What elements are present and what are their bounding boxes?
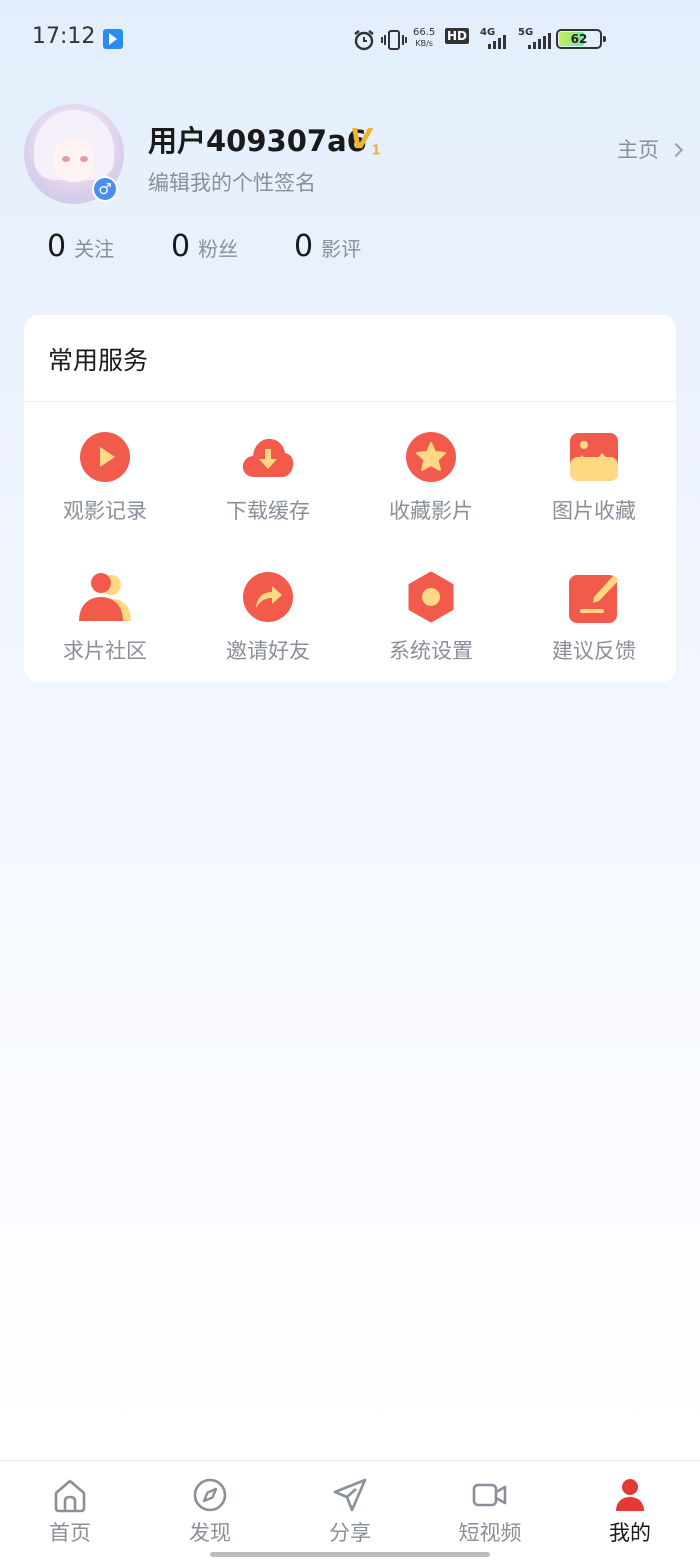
services-title: 常用服务 [48, 346, 149, 375]
bottom-tab-bar: 首页 发现 分享 短视频 我的 [0, 1460, 700, 1560]
service-image-favorites[interactable]: 图片收藏 [513, 431, 673, 541]
gender-male-icon: ♂ [92, 176, 118, 202]
vibrate-icon [381, 30, 407, 50]
signal-sim1: 4G [480, 27, 512, 49]
service-watch-history[interactable]: 观影记录 [24, 431, 184, 541]
tab-share[interactable]: 分享 [280, 1475, 420, 1545]
service-download-cache[interactable]: 下载缓存 [187, 431, 347, 541]
user-icon [616, 1479, 644, 1511]
service-invite-friends[interactable]: 邀请好友 [187, 571, 347, 681]
service-favorite-movies[interactable]: 收藏影片 [350, 431, 510, 541]
hd-voice-icon: HD [445, 28, 470, 44]
play-icon [80, 432, 130, 482]
tab-short-video[interactable]: 短视频 [420, 1475, 560, 1545]
status-time: 17:12 [32, 24, 96, 49]
signature-edit[interactable]: 编辑我的个性签名 [148, 167, 316, 197]
app-notification-icon [103, 29, 123, 49]
home-indicator [210, 1552, 490, 1557]
image-icon [570, 433, 618, 481]
network-speed: 66.5 KB/s [413, 27, 436, 48]
chevron-right-icon [668, 142, 684, 158]
status-bar: 17:12 66.5 KB/s HD 4G 5G 62 [0, 0, 700, 78]
vip-level-badge: V1 [350, 122, 381, 159]
signal-sim2: 5G [518, 27, 552, 49]
service-feedback[interactable]: 建议反馈 [513, 571, 673, 681]
tab-home[interactable]: 首页 [0, 1475, 140, 1545]
divider [24, 401, 676, 402]
download-cloud-icon [242, 438, 294, 477]
services-card: 常用服务 观影记录 下载缓存 收藏影片 图片收藏 求片社区 邀请好友 系统设置 … [24, 315, 676, 682]
home-page-link[interactable]: 主页 [617, 134, 684, 164]
share-arrow-icon [243, 572, 293, 622]
alarm-icon [354, 30, 374, 51]
home-icon [54, 1479, 86, 1513]
stat-following[interactable]: 0 关注 [47, 229, 114, 264]
tab-mine[interactable]: 我的 [560, 1475, 700, 1545]
stat-reviews[interactable]: 0 影评 [294, 229, 361, 264]
battery-icon: 62 [556, 29, 606, 49]
settings-hex-icon [408, 571, 454, 623]
tab-discover[interactable]: 发现 [140, 1475, 280, 1545]
community-icon [79, 573, 131, 621]
username[interactable]: 用户409307a6 [148, 118, 367, 160]
video-icon [472, 1483, 507, 1507]
compass-icon [193, 1478, 227, 1512]
star-icon [406, 432, 456, 482]
send-icon [333, 1478, 367, 1512]
service-system-settings[interactable]: 系统设置 [350, 571, 510, 681]
stat-followers[interactable]: 0 粉丝 [171, 229, 238, 264]
service-request-community[interactable]: 求片社区 [24, 571, 184, 681]
edit-icon [569, 575, 619, 623]
